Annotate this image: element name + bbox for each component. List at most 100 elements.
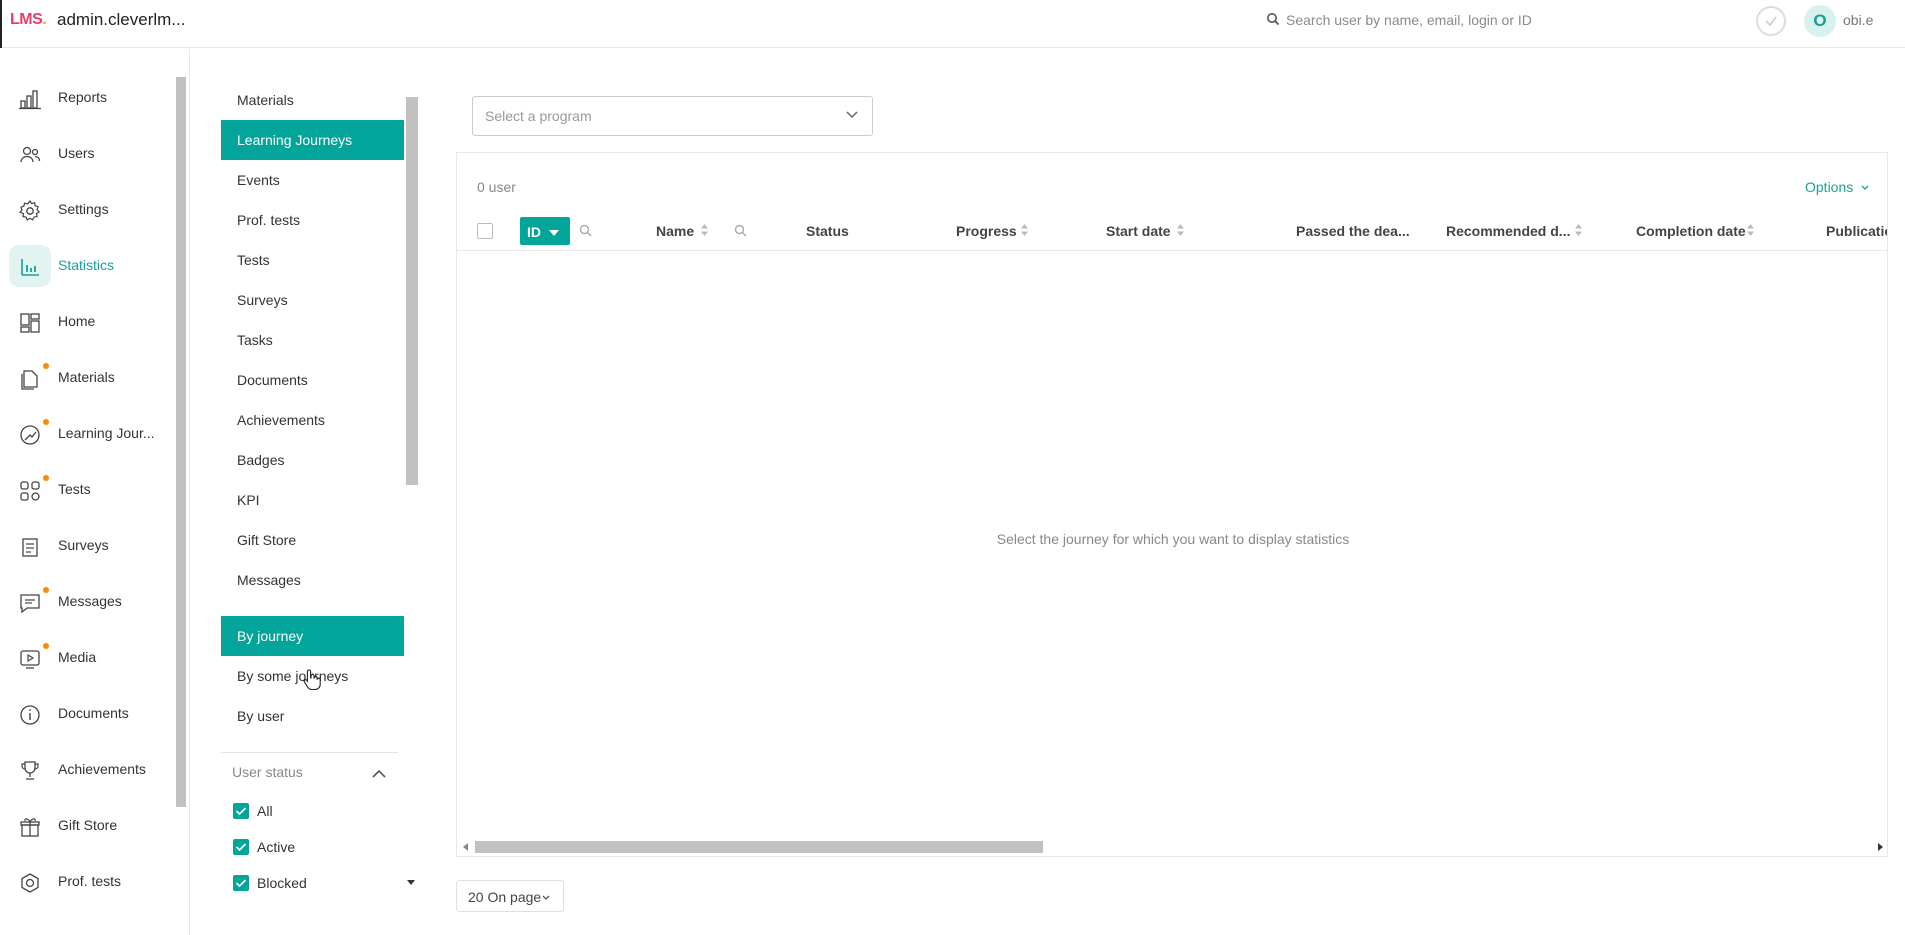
check-icon: [235, 807, 247, 816]
column-header-id: ID: [527, 224, 541, 240]
checkbox-checked[interactable]: [233, 803, 249, 819]
sidebar-item-label: Surveys: [58, 537, 109, 553]
subnav-item-tasks[interactable]: Tasks: [221, 320, 404, 360]
sidebar-item-surveys[interactable]: Surveys: [0, 523, 175, 569]
column-header-progress[interactable]: Progress: [956, 223, 1017, 239]
sidebar-item-label: Documents: [58, 705, 129, 721]
sidebar-item-label: Users: [58, 145, 95, 161]
user-search-input[interactable]: [1286, 9, 1686, 31]
subnav-item-label: Tasks: [237, 332, 273, 348]
check-icon: [235, 879, 247, 888]
chevron-up-icon[interactable]: [372, 768, 386, 778]
username-menu[interactable]: obi.e: [1843, 12, 1873, 28]
subnav-item-messages[interactable]: Messages: [221, 560, 404, 600]
sidebar-item-statistics[interactable]: Statistics: [0, 243, 175, 289]
search-icon[interactable]: [734, 224, 747, 237]
scroll-down-arrow[interactable]: [407, 880, 415, 885]
checkbox-checked[interactable]: [233, 839, 249, 855]
sidebar-item-gift-store[interactable]: Gift Store: [0, 803, 175, 849]
subnav-item-materials[interactable]: Materials: [221, 80, 404, 120]
tasks-check-button[interactable]: [1756, 6, 1786, 36]
sidebar-item-users[interactable]: Users: [0, 131, 175, 177]
subnav-item-label: Documents: [237, 372, 308, 388]
subnav-scrollbar[interactable]: [406, 97, 418, 485]
materials-icon: [21, 370, 38, 390]
sidebar-item-messages[interactable]: Messages: [0, 579, 175, 625]
subnav-item-badges[interactable]: Badges: [221, 440, 404, 480]
sidebar-item-home[interactable]: Home: [0, 299, 175, 345]
checkbox-label: Active: [257, 839, 296, 855]
sort-icon[interactable]: [700, 223, 709, 237]
sidebar-scrollbar[interactable]: [176, 77, 186, 807]
checkbox-label: All: [257, 803, 273, 819]
lms-logo[interactable]: LMS.: [10, 11, 47, 29]
sort-icon[interactable]: [1574, 223, 1583, 237]
subnav-item-documents[interactable]: Documents: [221, 360, 404, 400]
search-icon: [1267, 13, 1280, 26]
hand-cursor-icon: [303, 669, 321, 690]
column-id-sort-button[interactable]: ID: [520, 217, 570, 245]
subnav-item-label: Gift Store: [237, 532, 297, 548]
main-sidebar: Reports Users Settings Statistics Home M…: [0, 49, 190, 935]
sort-icon[interactable]: [1020, 223, 1029, 237]
subnav-item-achievements[interactable]: Achievements: [221, 400, 404, 440]
sidebar-item-achievements[interactable]: Achievements: [0, 747, 175, 793]
avatar[interactable]: O: [1804, 5, 1836, 37]
tests-icon: [20, 481, 40, 501]
notification-dot: [43, 475, 49, 481]
column-header-completion-date[interactable]: Completion date: [1636, 223, 1746, 239]
mode-label: By journey: [237, 628, 304, 644]
sort-icon[interactable]: [1746, 223, 1755, 237]
program-select-placeholder: Select a program: [485, 108, 592, 124]
subnav-item-events[interactable]: Events: [221, 160, 404, 200]
sidebar-item-label: Materials: [58, 369, 115, 385]
documents-icon: [20, 705, 40, 725]
sidebar-item-documents[interactable]: Documents: [0, 691, 175, 737]
column-header-name[interactable]: Name: [656, 223, 694, 239]
checkbox-checked[interactable]: [233, 875, 249, 891]
media-icon: [20, 650, 40, 669]
trophy-icon: [21, 761, 39, 780]
sidebar-item-reports[interactable]: Reports: [0, 75, 175, 121]
notification-dot: [43, 643, 49, 649]
search-icon[interactable]: [579, 224, 592, 237]
subnav-item-learning-journeys[interactable]: Learning Journeys: [221, 120, 404, 160]
subnav-item-prof-tests[interactable]: Prof. tests: [221, 200, 404, 240]
subnav-item-tests[interactable]: Tests: [221, 240, 404, 280]
subnav-item-surveys[interactable]: Surveys: [221, 280, 404, 320]
select-all-checkbox[interactable]: [477, 223, 493, 239]
subnav-item-label: KPI: [237, 492, 260, 508]
sidebar-item-label: Reports: [58, 89, 108, 105]
scroll-right-arrow[interactable]: [1878, 843, 1883, 851]
subnav-item-label: Surveys: [237, 292, 288, 308]
sort-icon[interactable]: [1176, 223, 1185, 237]
subnav-item-label: Tests: [237, 252, 270, 268]
window-edge: [0, 0, 2, 48]
options-button[interactable]: Options: [1805, 179, 1853, 195]
column-header-publication[interactable]: Publicatio: [1826, 223, 1887, 239]
domain-name: admin.cleverlm...: [57, 10, 186, 29]
sidebar-item-settings[interactable]: Settings: [0, 187, 175, 233]
column-header-recommended[interactable]: Recommended d...: [1446, 223, 1570, 239]
sidebar-item-media[interactable]: Media: [0, 635, 175, 681]
subnav-item-gift-store[interactable]: Gift Store: [221, 520, 404, 560]
horizontal-scroll-thumb[interactable]: [475, 841, 1043, 853]
sidebar-item-materials[interactable]: Materials: [0, 355, 175, 401]
page-size-select[interactable]: 20 On page: [456, 880, 564, 912]
sidebar-item-label: Tests: [58, 481, 91, 497]
mode-by-journey[interactable]: By journey: [221, 616, 404, 656]
program-select[interactable]: Select a program: [472, 96, 873, 136]
subnav-item-kpi[interactable]: KPI: [221, 480, 404, 520]
table-header: ID Name Status Progress Start date Passe…: [457, 209, 1887, 251]
user-count: 0 user: [477, 179, 516, 195]
column-header-start-date[interactable]: Start date: [1106, 223, 1171, 239]
sidebar-item-prof-tests[interactable]: Prof. tests: [0, 859, 175, 905]
subnav-item-label: Prof. tests: [237, 212, 301, 228]
scroll-left-arrow[interactable]: [463, 843, 468, 851]
sidebar-item-learning-journeys[interactable]: Learning Jour...: [0, 411, 175, 457]
sidebar-item-tests[interactable]: Tests: [0, 467, 175, 513]
column-header-status: Status: [806, 223, 849, 239]
column-header-passed-deadline[interactable]: Passed the dea...: [1296, 223, 1410, 239]
mode-by-user[interactable]: By user: [221, 696, 404, 736]
subnav-item-label: Messages: [237, 572, 301, 588]
